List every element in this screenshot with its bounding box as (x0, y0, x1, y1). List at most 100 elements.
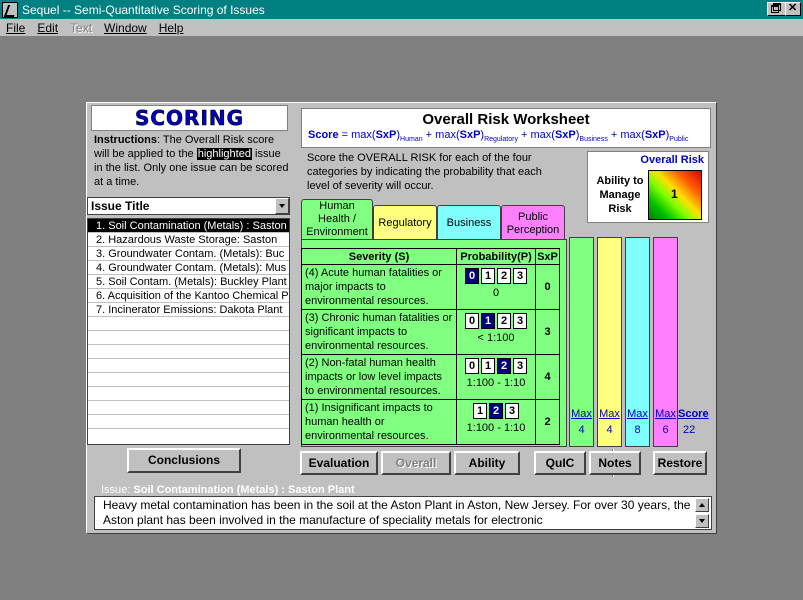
issue-title-label: Issue Title (91, 199, 150, 213)
issue-description[interactable]: Heavy metal contamination has been in th… (94, 496, 712, 530)
tab-business[interactable]: Business (437, 205, 501, 241)
conclusions-button[interactable]: Conclusions (127, 448, 241, 473)
title-bar: Sequel -- Semi-Quantitative Scoring of I… (0, 0, 803, 19)
formula-max: max( (351, 129, 376, 141)
probability-option[interactable]: 1 (473, 403, 487, 419)
probability-option[interactable]: 3 (513, 358, 527, 374)
probability-label: 1:100 - 1:10 (466, 377, 526, 389)
list-item[interactable]: 6. Acquisition of the Kantoo Chemical P (88, 289, 289, 303)
issue-title-dropdown[interactable]: Issue Title (87, 197, 290, 215)
formula-sub-business: Business (579, 136, 608, 144)
list-item[interactable]: 2. Hazardous Waste Storage: Saston (88, 233, 289, 247)
evaluation-button[interactable]: Evaluation (300, 451, 378, 475)
menu-text[interactable]: Text (70, 21, 92, 35)
probability-label: 1:100 - 1:10 (466, 422, 526, 434)
risk-map[interactable]: 1 (648, 170, 702, 220)
list-item[interactable]: 7. Incinerator Emissions: Dakota Plant (88, 303, 289, 317)
instructions-highlight: highlighted (196, 148, 252, 160)
menu-window[interactable]: Window (104, 21, 147, 35)
list-item[interactable]: 3. Groundwater Contam. (Metals): Buc (88, 247, 289, 261)
worksheet-title: Overall Risk Worksheet (422, 111, 590, 128)
app-icon[interactable] (2, 1, 18, 18)
probability-option[interactable]: 2 (497, 358, 511, 374)
max-link-public[interactable]: Max (653, 408, 678, 420)
tab-regulatory[interactable]: Regulatory (373, 205, 437, 241)
formula-sxp: SxP (554, 129, 576, 141)
scroll-up-icon[interactable] (695, 498, 709, 512)
sxp-value: 4 (535, 354, 560, 400)
empty-list-item[interactable] (88, 317, 289, 331)
instructions: Instructions: The Overall Risk score wil… (94, 133, 289, 189)
probability-option[interactable]: 1 (481, 358, 495, 374)
close-button[interactable] (785, 1, 801, 16)
menu-bar: File Edit Text Window Help (0, 19, 803, 37)
formula-label: Score (308, 129, 339, 141)
severity-table: Severity (S) Probability(P) SxP (4) Acut… (301, 248, 560, 445)
issue-list[interactable]: 1. Soil Contamination (Metals) : Saston … (87, 218, 290, 445)
probability-option[interactable]: 3 (505, 403, 519, 419)
formula-sub-public: Public (669, 136, 689, 144)
formula-sxp: SxP (459, 129, 481, 141)
issue-prefix: Issue: (101, 484, 131, 496)
probability-header: Probability(P) (456, 248, 536, 265)
probability-option[interactable]: 3 (513, 268, 527, 284)
risk-map-value: 1 (671, 187, 678, 201)
instructions-label: Instructions (94, 134, 157, 146)
ability-label: Ability to Manage Risk (596, 175, 644, 215)
quic-button[interactable]: QuIC (534, 451, 586, 475)
worksheet-header: Overall Risk Worksheet Score = max(SxP)H… (301, 108, 711, 148)
probability-option[interactable]: 0 (465, 268, 479, 284)
sxp-value: 0 (535, 264, 560, 310)
probability-cell: 0123 < 1:100 (456, 309, 536, 355)
scroll-down-icon[interactable] (695, 514, 709, 528)
formula-sub-human: Human (400, 136, 423, 144)
empty-list-item[interactable] (88, 415, 289, 429)
max-link-regulatory[interactable]: Max (597, 408, 622, 420)
menu-help[interactable]: Help (159, 21, 184, 35)
probability-option[interactable]: 3 (513, 313, 527, 329)
score-link[interactable]: Score (678, 408, 709, 420)
empty-list-item[interactable] (88, 387, 289, 401)
menu-edit[interactable]: Edit (37, 21, 58, 35)
chevron-down-icon[interactable] (275, 198, 289, 214)
probability-option[interactable]: 2 (497, 268, 511, 284)
severity-text: (1) Insignificant impacts to human healt… (301, 399, 457, 445)
probability-option[interactable]: 1 (481, 313, 495, 329)
empty-list-item[interactable] (88, 345, 289, 359)
probability-cell: 123 1:100 - 1:10 (456, 399, 536, 445)
table-row: (1) Insignificant impacts to human healt… (301, 399, 560, 445)
ability-button[interactable]: Ability (454, 451, 520, 475)
scoring-title: SCORING (91, 105, 288, 131)
restore-button[interactable]: Restore (653, 451, 707, 475)
formula-max: max( (435, 129, 460, 141)
probability-option[interactable]: 1 (481, 268, 495, 284)
list-item[interactable]: 5. Soil Contam. (Metals): Buckley Plant (88, 275, 289, 289)
list-item[interactable]: 4. Groundwater Contam. (Metals): Mus (88, 261, 289, 275)
max-value-public: 6 (662, 424, 669, 436)
probability-option[interactable]: 0 (465, 313, 479, 329)
max-link-human[interactable]: Max (569, 408, 594, 420)
formula-max: max( (530, 129, 555, 141)
probability-option[interactable]: 2 (497, 313, 511, 329)
max-link-business[interactable]: Max (625, 408, 650, 420)
tab-human-health[interactable]: Human Health / Environment (301, 199, 373, 239)
issue-detail-label: Issue: Soil Contamination (Metals) : Sas… (101, 484, 355, 496)
probability-option[interactable]: 0 (465, 358, 479, 374)
overall-button[interactable]: Overall (381, 451, 451, 475)
menu-file[interactable]: File (6, 21, 25, 35)
formula-sub-regulatory: Regulatory (484, 136, 518, 144)
probability-label: 0 (492, 287, 500, 299)
empty-list-item[interactable] (88, 401, 289, 415)
issue-description-text: Heavy metal contamination has been in th… (103, 498, 691, 527)
tab-public-perception[interactable]: Public Perception (501, 205, 565, 241)
empty-list-item[interactable] (88, 373, 289, 387)
empty-list-item[interactable] (88, 331, 289, 345)
sxp-value: 3 (535, 309, 560, 355)
probability-option[interactable]: 2 (489, 403, 503, 419)
probability-label: < 1:100 (477, 332, 515, 344)
notes-button[interactable]: Notes (589, 451, 641, 475)
empty-list-item[interactable] (88, 359, 289, 373)
formula-max: max( (620, 129, 645, 141)
severity-header: Severity (S) (301, 248, 457, 265)
list-item[interactable]: 1. Soil Contamination (Metals) : Saston (88, 219, 289, 233)
